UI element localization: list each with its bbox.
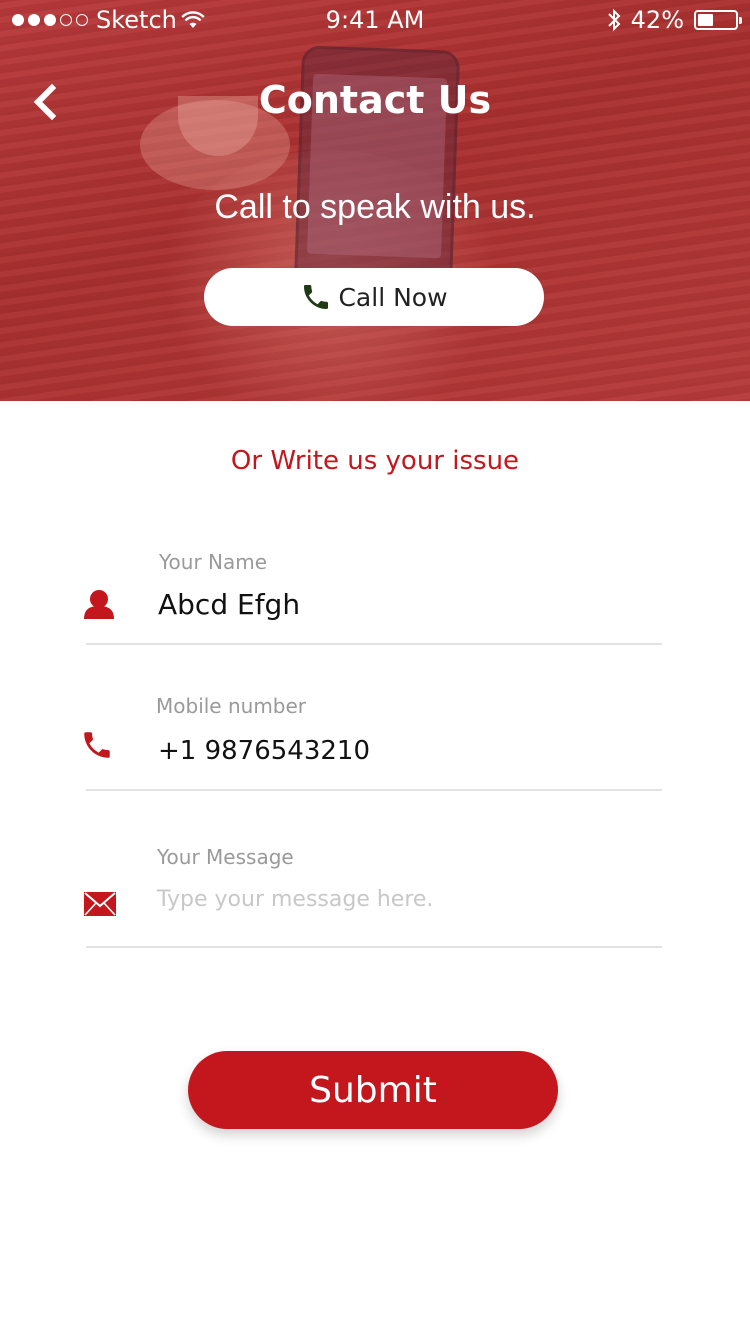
phone-icon [304,285,329,309]
bluetooth-icon [607,8,621,32]
name-underline [86,643,662,645]
page-subtitle: Call to speak with us. [214,188,536,226]
message-label: Your Message [157,845,294,869]
battery-percent: 42% [630,6,684,34]
phone-icon [84,732,110,758]
message-input[interactable]: Type your message here. [157,887,433,912]
user-icon [84,590,114,619]
call-now-button[interactable]: Call Now [204,268,544,326]
submit-button[interactable]: Submit [188,1051,558,1129]
name-label: Your Name [159,550,268,574]
envelope-icon [84,892,116,916]
mobile-input[interactable]: +1 9876543210 [158,736,370,766]
status-right: 42% [607,6,742,34]
form-heading: Or Write us your issue [230,446,520,476]
page-title: Contact Us [258,78,492,122]
message-underline [86,946,662,948]
battery-icon [694,10,742,30]
mobile-label: Mobile number [156,694,307,718]
name-input[interactable]: Abcd Efgh [158,588,300,621]
mobile-underline [86,789,662,791]
status-bar: Sketch 9:41 AM 42% [0,0,750,40]
call-now-label: Call Now [338,282,448,312]
